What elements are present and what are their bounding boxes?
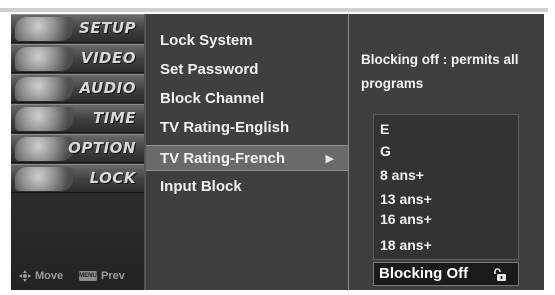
main-menu-sidebar: SETUP VIDEO AUDIO TIME OPTION LOCK Move … — [11, 14, 144, 290]
sidebar-item-audio[interactable]: AUDIO — [11, 74, 144, 103]
menu-item-label: Block Channel — [160, 90, 265, 107]
sidebar-item-label: LOCK — [89, 169, 136, 187]
prev-hint-label: Prev — [101, 270, 125, 282]
blocking-value-label: Blocking Off — [379, 265, 469, 282]
audio-icon — [15, 77, 73, 101]
navigation-hint: Move MENU Prev — [11, 268, 144, 286]
menu-item-label: Set Password — [160, 61, 259, 78]
setup-icon — [15, 17, 73, 41]
menu-item-label: TV Rating-English — [160, 119, 290, 136]
move-arrows-icon — [19, 270, 31, 282]
video-icon — [15, 47, 73, 71]
menu-item-input-block[interactable]: Input Block — [146, 174, 348, 200]
menu-item-label: TV Rating-French — [160, 150, 286, 167]
sidebar-item-option[interactable]: OPTION — [11, 134, 144, 163]
sidebar-item-video[interactable]: VIDEO — [11, 44, 144, 73]
rating-option-8-ans[interactable]: 8 ans+ — [380, 167, 424, 183]
menu-item-block-channel[interactable]: Block Channel — [146, 86, 348, 112]
lock-submenu: Lock System Set Password Block Channel T… — [144, 14, 348, 290]
rating-detail-panel: Blocking off : permits all programs E G … — [348, 14, 544, 290]
top-divider — [0, 8, 548, 12]
menu-item-lock-system[interactable]: Lock System — [146, 28, 348, 54]
unlocked-padlock-icon — [494, 268, 506, 281]
sidebar-item-label: AUDIO — [79, 79, 136, 97]
menu-item-tv-rating-french[interactable]: TV Rating-French ▶ — [146, 145, 348, 171]
tv-osd-screen: SETUP VIDEO AUDIO TIME OPTION LOCK Move … — [0, 0, 555, 295]
menu-item-set-password[interactable]: Set Password — [146, 57, 348, 83]
rating-option-e[interactable]: E — [380, 121, 389, 137]
help-text: Blocking off : permits all programs — [361, 52, 519, 91]
sidebar-item-label: VIDEO — [80, 49, 136, 67]
menu-item-label: Lock System — [160, 32, 253, 49]
rating-options-list: E G 8 ans+ 13 ans+ 16 ans+ 18 ans+ — [373, 114, 519, 260]
time-icon — [15, 107, 73, 131]
sidebar-item-label: SETUP — [79, 19, 136, 37]
sidebar-item-time[interactable]: TIME — [11, 104, 144, 133]
rating-option-18-ans[interactable]: 18 ans+ — [380, 237, 432, 253]
menu-key-icon: MENU — [79, 271, 97, 281]
rating-option-16-ans[interactable]: 16 ans+ — [380, 211, 432, 227]
rating-option-g[interactable]: G — [380, 143, 391, 159]
sidebar-item-lock[interactable]: LOCK — [11, 164, 144, 193]
move-hint-label: Move — [35, 270, 64, 282]
menu-item-tv-rating-english[interactable]: TV Rating-English — [146, 115, 348, 141]
blocking-off-option[interactable]: Blocking Off — [373, 262, 519, 286]
lock-menu-icon — [15, 167, 73, 191]
rating-option-13-ans[interactable]: 13 ans+ — [380, 191, 432, 207]
submenu-arrow-icon: ▶ — [325, 153, 334, 165]
sidebar-item-label: TIME — [93, 109, 136, 127]
option-icon — [15, 137, 73, 161]
sidebar-item-label: OPTION — [68, 139, 136, 157]
menu-item-label: Input Block — [160, 178, 242, 195]
sidebar-item-setup[interactable]: SETUP — [11, 14, 144, 43]
